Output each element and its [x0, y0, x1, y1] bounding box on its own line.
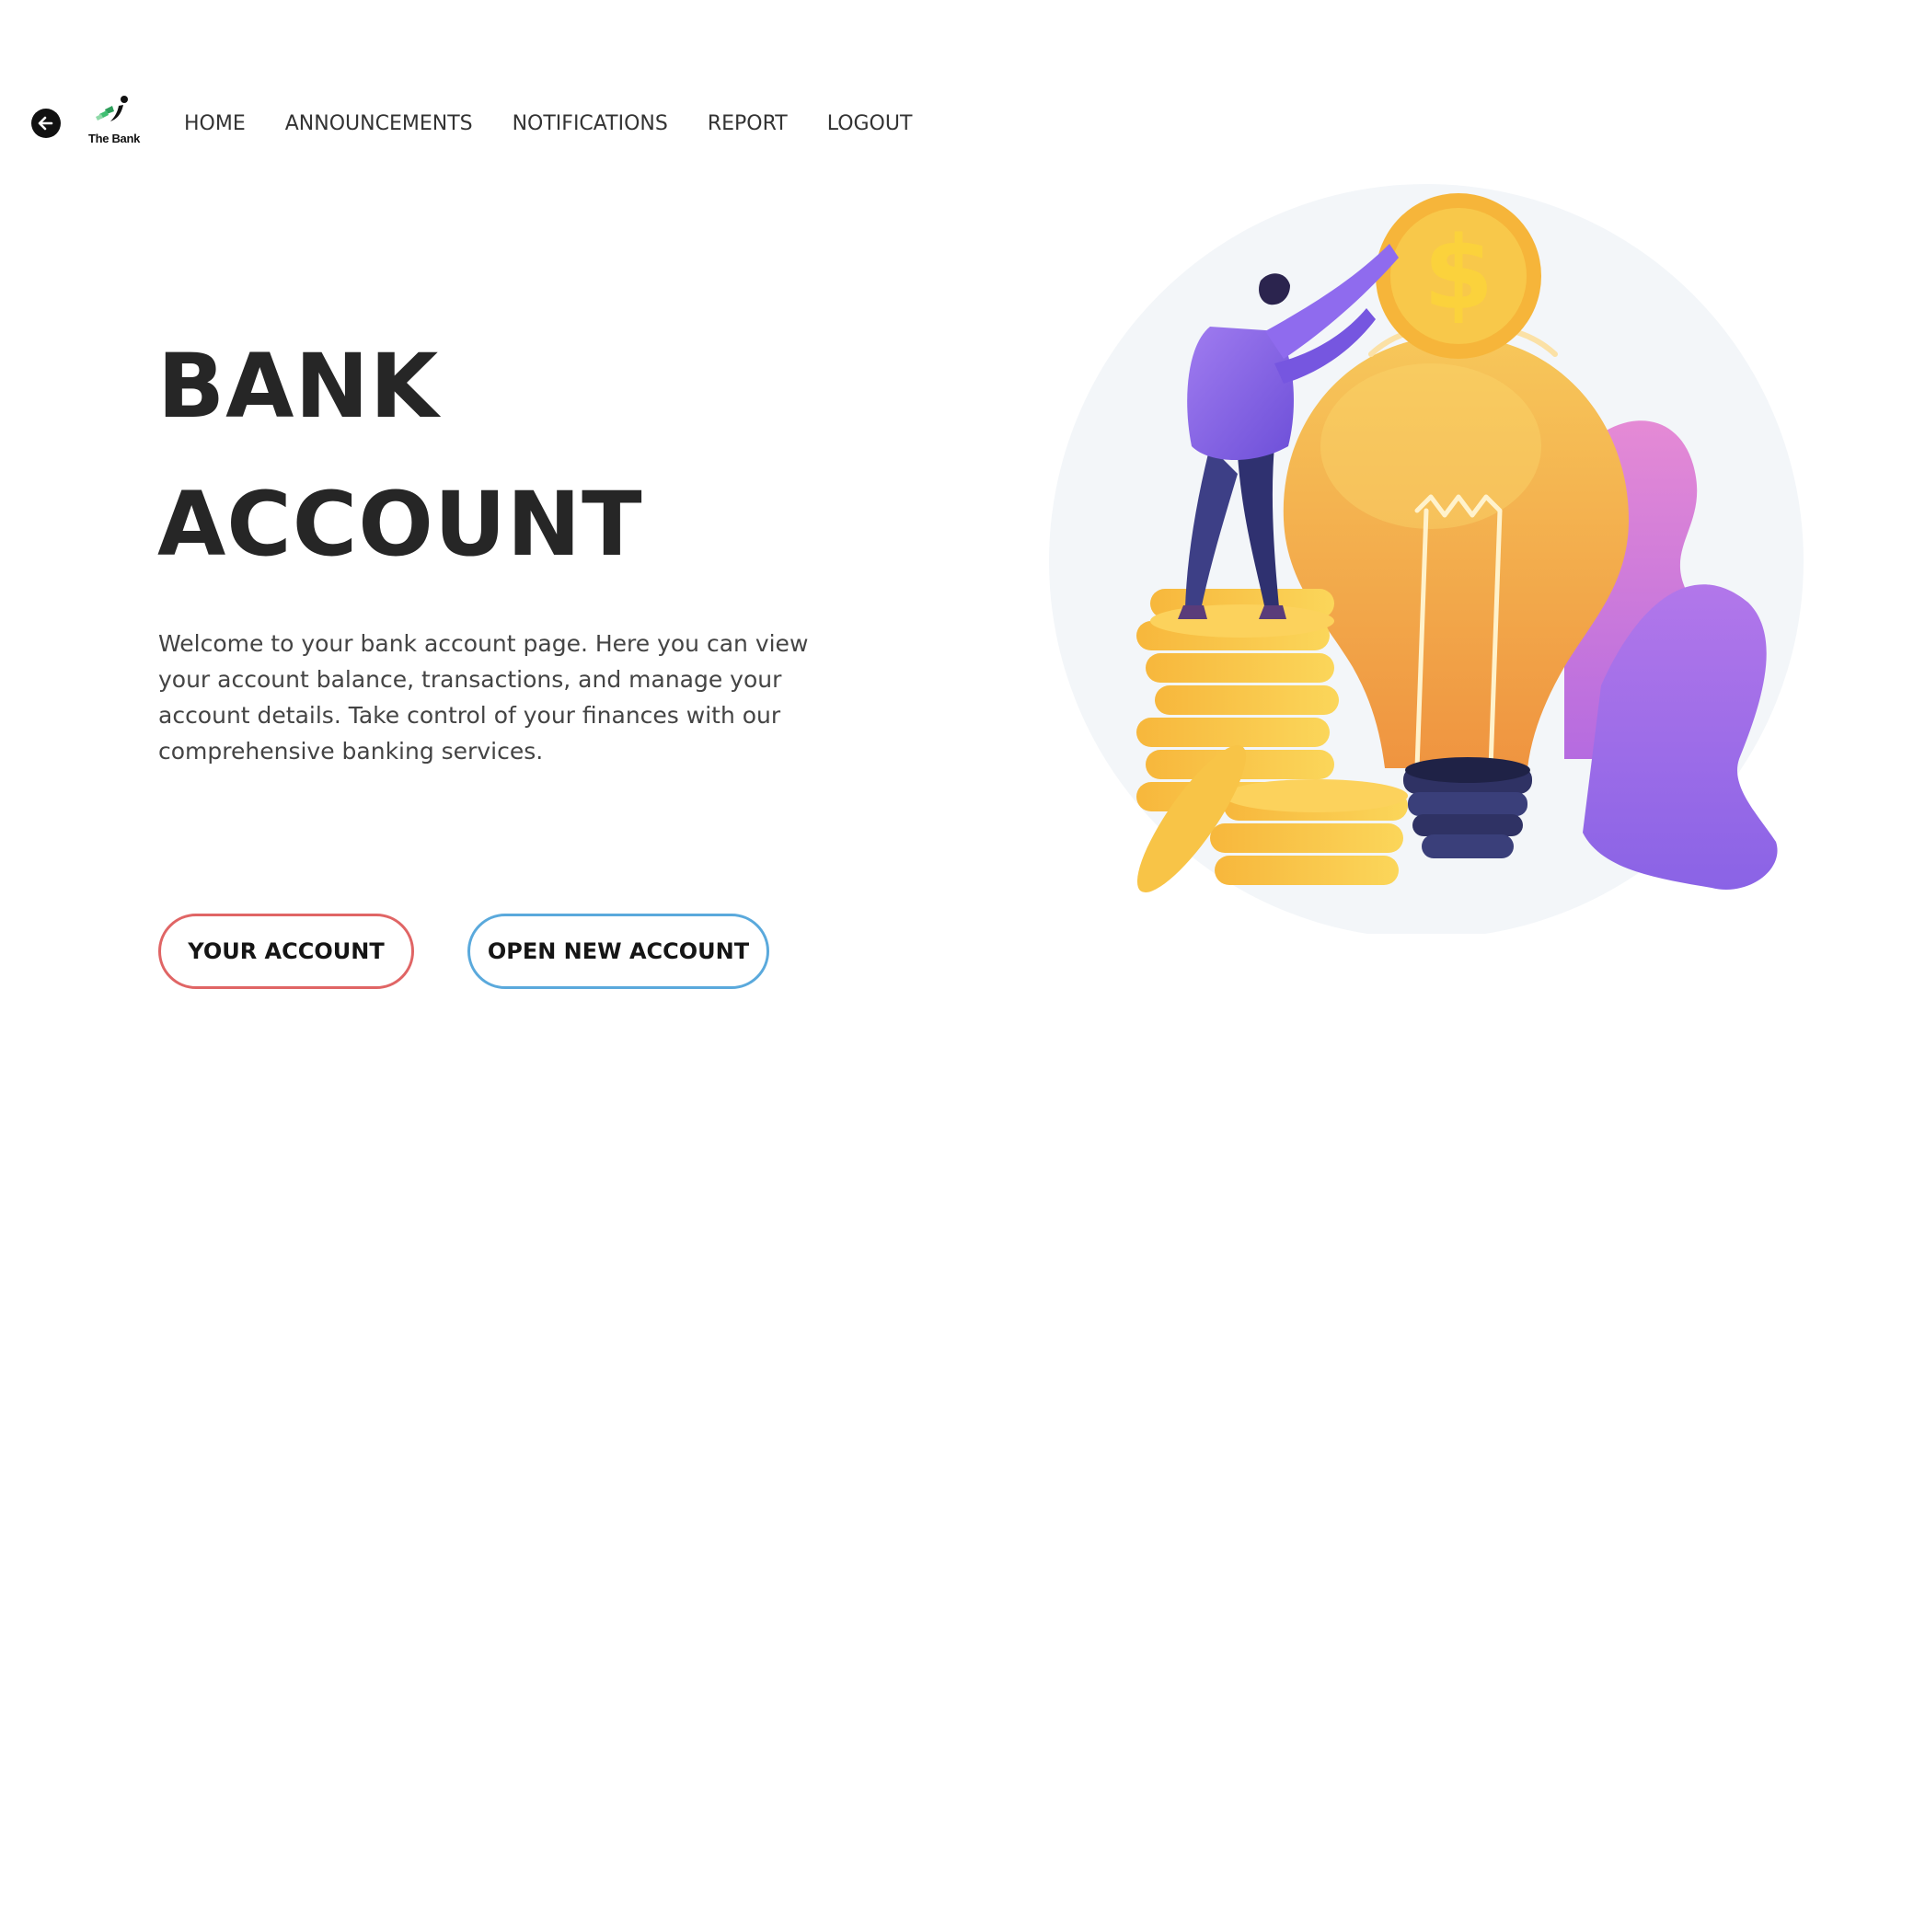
arrow-left-icon — [38, 116, 53, 131]
lightbulb-base — [1403, 757, 1532, 858]
page-title-line-1: BANK — [157, 335, 440, 438]
coin-stack-right — [1210, 779, 1408, 885]
back-button[interactable] — [31, 109, 61, 138]
nav-logout[interactable]: LOGOUT — [827, 110, 913, 138]
bank-logo-icon — [96, 96, 128, 121]
nav-report[interactable]: REPORT — [708, 110, 788, 138]
nav-notifications[interactable]: NOTIFICATIONS — [513, 110, 668, 138]
hero-illustration: $ — [1049, 170, 1822, 938]
coin-dollar-symbol: $ — [1424, 214, 1494, 332]
nav-home[interactable]: HOME — [184, 110, 246, 138]
page-title-line-2: ACCOUNT — [157, 473, 643, 576]
bank-logo[interactable]: The Bank — [85, 95, 144, 148]
your-account-button[interactable]: YOUR ACCOUNT — [158, 914, 414, 989]
main-nav: HOME ANNOUNCEMENTS NOTIFICATIONS REPORT … — [184, 110, 951, 138]
dollar-coin-icon: $ — [1376, 193, 1541, 359]
nav-announcements[interactable]: ANNOUNCEMENTS — [285, 110, 473, 138]
open-new-account-button[interactable]: OPEN NEW ACCOUNT — [467, 914, 769, 989]
logo-text: The Bank — [87, 132, 141, 145]
page-title: BANK ACCOUNT — [157, 317, 643, 593]
lightbulb-coins-illustration: $ — [1049, 184, 1804, 938]
hero-description: Welcome to your bank account page. Here … — [158, 630, 809, 765]
